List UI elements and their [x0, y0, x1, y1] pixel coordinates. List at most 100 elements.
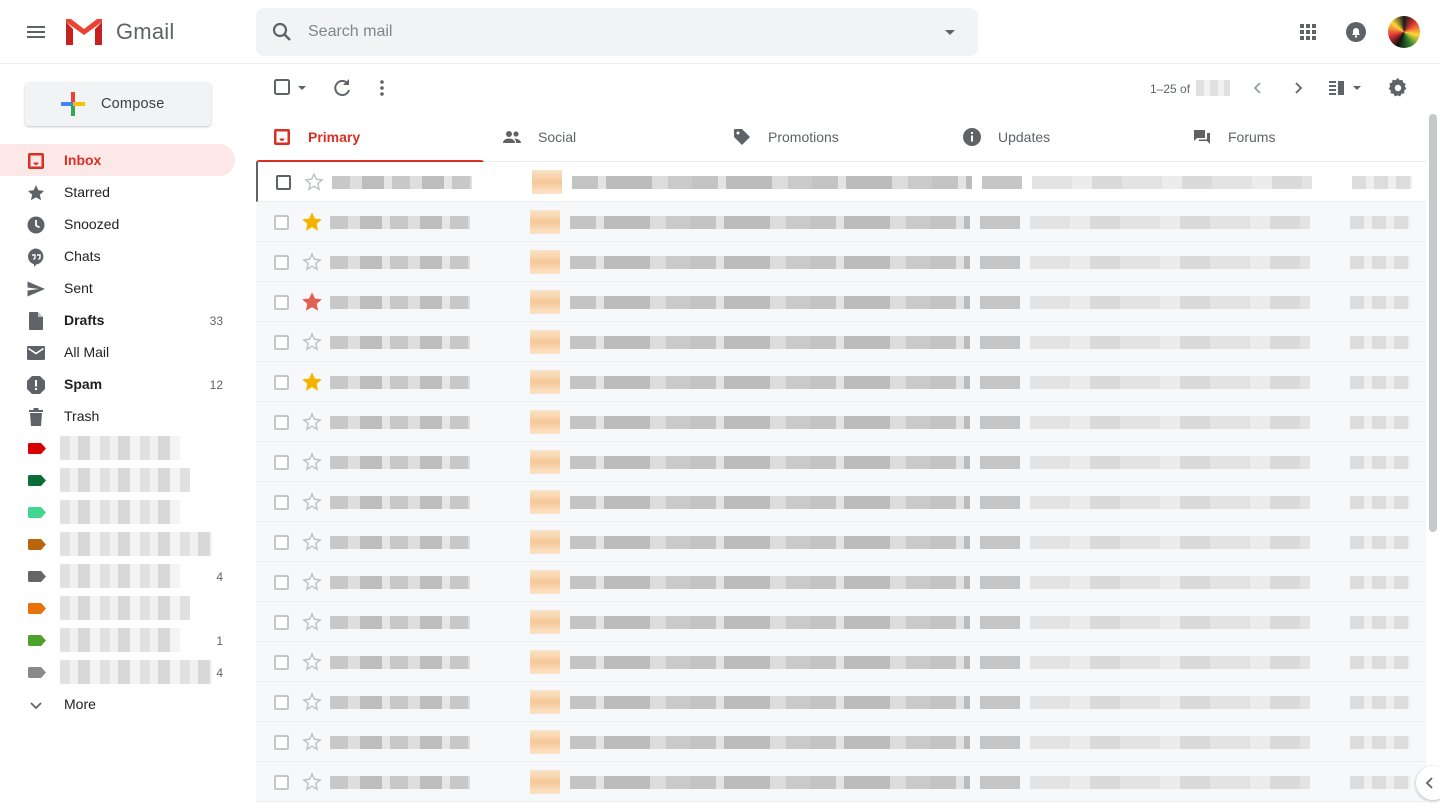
star-icon[interactable]	[302, 332, 322, 352]
sidebar-item-sent[interactable]: Sent	[0, 272, 235, 304]
sidebar-item-chats[interactable]: Chats	[0, 240, 235, 272]
row-checkbox[interactable]	[274, 535, 289, 550]
more-options-icon[interactable]	[370, 76, 394, 100]
star-icon[interactable]	[302, 212, 322, 232]
tab-social[interactable]: Social	[486, 112, 716, 162]
blurred-message-content	[570, 696, 970, 709]
sidebar-item-label: More	[64, 696, 96, 712]
sidebar-label-item[interactable]	[0, 464, 235, 496]
star-icon[interactable]	[304, 172, 324, 192]
sidebar-item-trash[interactable]: Trash	[0, 400, 235, 432]
sidebar-label-item[interactable]	[0, 592, 235, 624]
blurred-message-content	[330, 376, 470, 389]
sidebar-label-item[interactable]	[0, 496, 235, 528]
row-checkbox[interactable]	[274, 615, 289, 630]
search-input[interactable]	[308, 18, 908, 46]
sidebar-item-spam[interactable]: Spam 12	[0, 368, 235, 400]
row-checkbox[interactable]	[274, 695, 289, 710]
table-row[interactable]	[256, 682, 1426, 722]
sidebar-item-label: Sent	[64, 280, 93, 296]
star-icon[interactable]	[302, 652, 322, 672]
row-checkbox[interactable]	[274, 375, 289, 390]
row-checkbox[interactable]	[274, 455, 289, 470]
row-checkbox[interactable]	[274, 495, 289, 510]
gmail-logo-icon[interactable]	[64, 16, 104, 48]
blurred-message-content	[980, 496, 1020, 509]
star-icon[interactable]	[302, 532, 322, 552]
tab-forums[interactable]: Forums	[1176, 112, 1406, 162]
table-row[interactable]	[256, 202, 1426, 242]
star-icon[interactable]	[302, 772, 322, 792]
tab-primary[interactable]: Primary	[256, 112, 486, 163]
sidebar-label-item[interactable]: 4	[0, 656, 235, 688]
row-checkbox[interactable]	[274, 575, 289, 590]
row-checkbox[interactable]	[274, 415, 289, 430]
table-row[interactable]	[256, 642, 1426, 682]
star-icon[interactable]	[302, 612, 322, 632]
sidebar-label-item[interactable]	[0, 432, 235, 464]
blurred-message-content	[570, 656, 970, 669]
star-icon[interactable]	[302, 292, 322, 312]
table-row[interactable]	[256, 162, 1426, 202]
row-checkbox[interactable]	[274, 775, 289, 790]
sidebar-label-item[interactable]	[0, 528, 235, 560]
apps-grid-icon[interactable]	[1296, 20, 1320, 44]
star-icon[interactable]	[302, 572, 322, 592]
row-checkbox[interactable]	[274, 295, 289, 310]
star-icon[interactable]	[302, 492, 322, 512]
row-checkbox[interactable]	[276, 175, 291, 190]
star-icon[interactable]	[302, 412, 322, 432]
sidebar-label-item[interactable]: 4	[0, 560, 235, 592]
star-icon[interactable]	[302, 452, 322, 472]
table-row[interactable]	[256, 762, 1426, 802]
tab-promotions[interactable]: Promotions	[716, 112, 946, 162]
row-checkbox[interactable]	[274, 655, 289, 670]
chevron-left-icon[interactable]	[1246, 76, 1270, 100]
star-icon[interactable]	[302, 732, 322, 752]
star-icon[interactable]	[302, 372, 322, 392]
table-row[interactable]	[256, 442, 1426, 482]
table-row[interactable]	[256, 322, 1426, 362]
star-icon[interactable]	[302, 692, 322, 712]
sidebar-item-snoozed[interactable]: Snoozed	[0, 208, 235, 240]
blurred-message-content	[1350, 736, 1410, 749]
blurred-message-content	[980, 296, 1020, 309]
search-options-icon[interactable]	[938, 20, 962, 44]
table-row[interactable]	[256, 242, 1426, 282]
row-checkbox[interactable]	[274, 735, 289, 750]
side-panel-toggle[interactable]	[1416, 766, 1440, 800]
row-checkbox[interactable]	[274, 335, 289, 350]
table-row[interactable]	[256, 402, 1426, 442]
table-row[interactable]	[256, 522, 1426, 562]
table-row[interactable]	[256, 482, 1426, 522]
tab-updates[interactable]: Updates	[946, 112, 1176, 162]
blurred-message-content	[980, 576, 1020, 589]
account-avatar[interactable]	[1388, 16, 1420, 48]
compose-button[interactable]: Compose	[25, 82, 211, 126]
table-row[interactable]	[256, 602, 1426, 642]
sidebar-label-item[interactable]: 1	[0, 624, 235, 656]
chevron-right-icon[interactable]	[1286, 76, 1310, 100]
scrollbar-thumb[interactable]	[1429, 114, 1437, 532]
refresh-icon[interactable]	[330, 76, 354, 100]
search-icon[interactable]	[270, 20, 294, 44]
table-row[interactable]	[256, 562, 1426, 602]
table-row[interactable]	[256, 722, 1426, 762]
row-checkbox[interactable]	[274, 215, 289, 230]
select-all-dropdown[interactable]	[272, 76, 312, 100]
sidebar-item-all-mail[interactable]: All Mail	[0, 336, 235, 368]
search-bar[interactable]	[256, 8, 978, 56]
sidebar-item-starred[interactable]: Starred	[0, 176, 235, 208]
settings-gear-icon[interactable]	[1386, 76, 1410, 100]
row-checkbox[interactable]	[274, 255, 289, 270]
table-row[interactable]	[256, 282, 1426, 322]
notifications-icon[interactable]	[1344, 20, 1368, 44]
table-row[interactable]	[256, 362, 1426, 402]
blurred-message-content	[330, 496, 470, 509]
sidebar-item-more[interactable]: More	[0, 688, 235, 720]
sidebar-item-drafts[interactable]: Drafts 33	[0, 304, 235, 336]
main-menu-icon[interactable]	[24, 20, 48, 44]
split-pane-toggle-icon[interactable]	[1326, 76, 1366, 100]
star-icon[interactable]	[302, 252, 322, 272]
sidebar-item-inbox[interactable]: Inbox	[0, 144, 235, 176]
